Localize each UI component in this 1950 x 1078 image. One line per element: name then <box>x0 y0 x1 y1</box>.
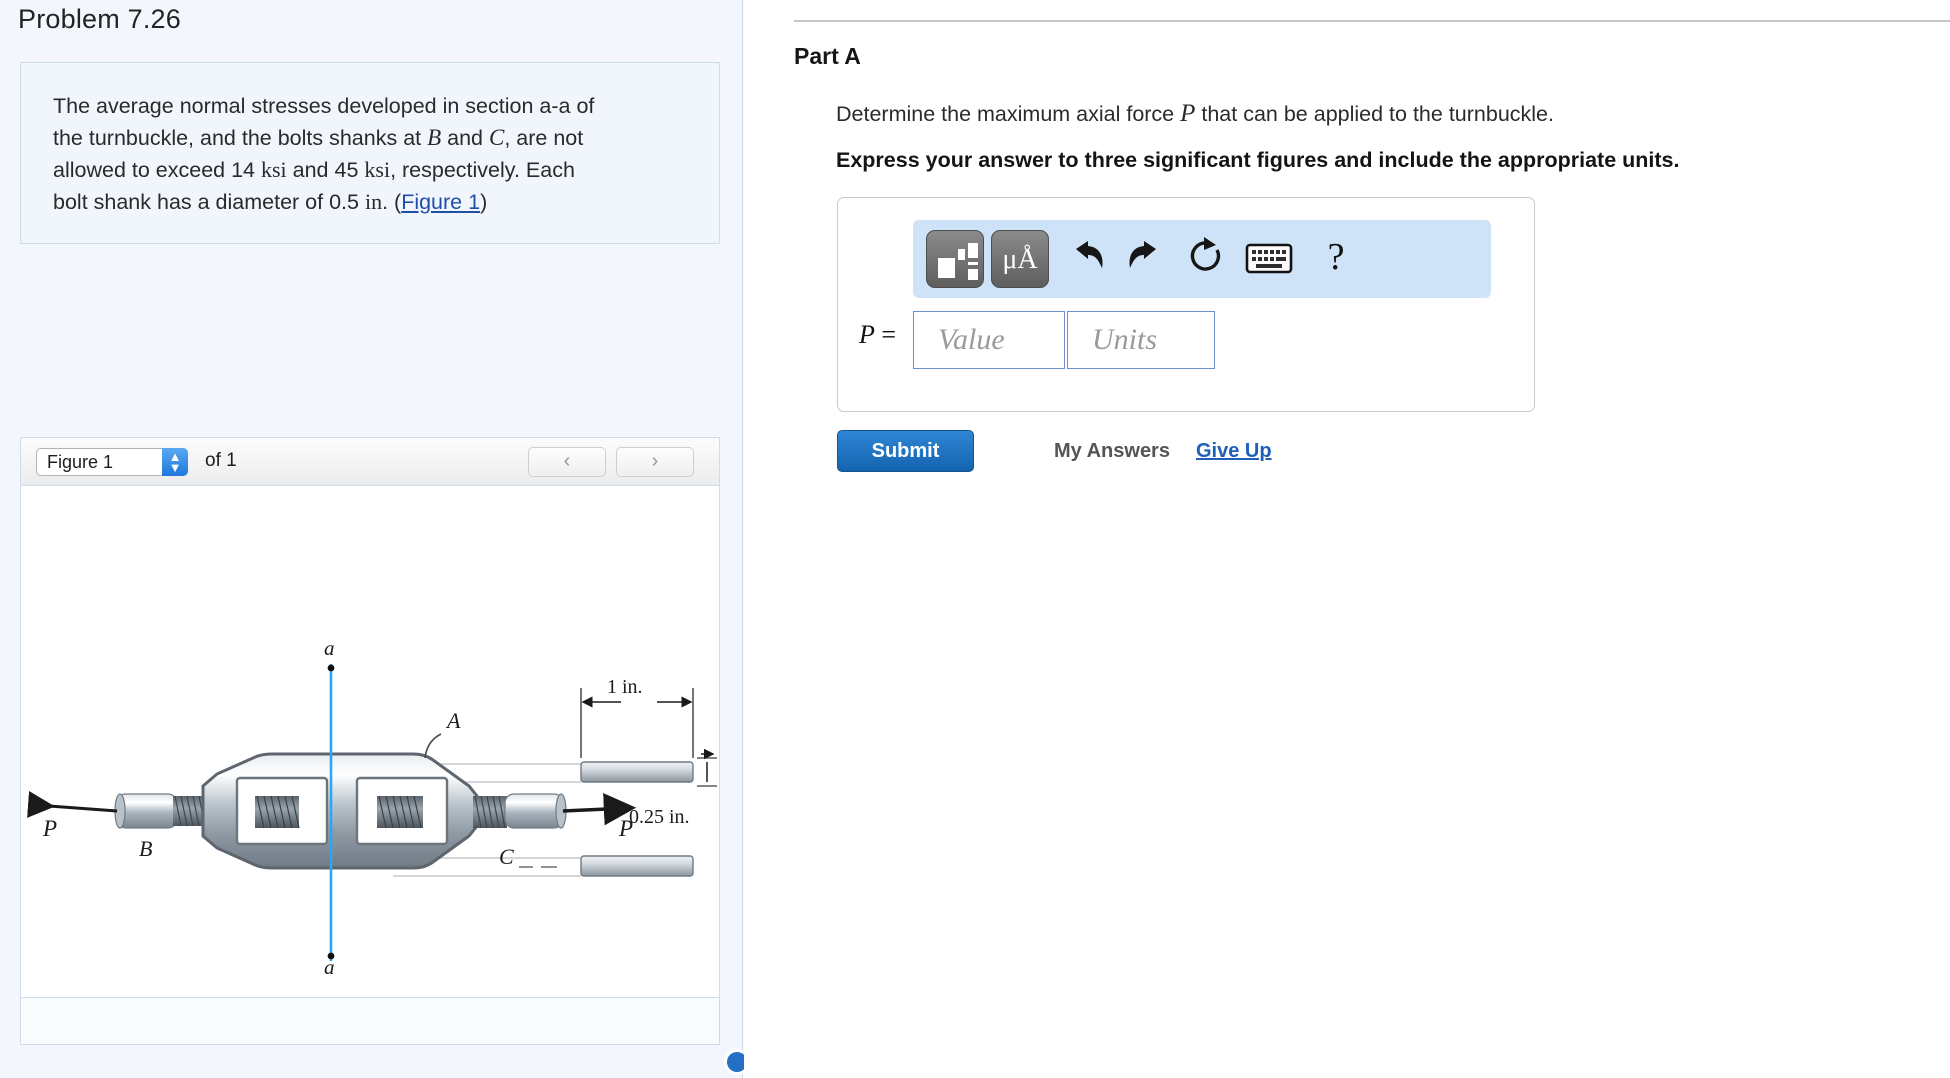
answer-variable-symbol: P <box>859 320 875 349</box>
statement-line-4c: ) <box>480 190 488 214</box>
statement-line-4a: bolt shank has a diameter of 0.5 <box>53 190 365 214</box>
answer-toolbar: μÅ ? <box>913 220 1491 298</box>
answer-panel: Part A Determine the maximum axial force… <box>744 0 1950 1078</box>
figure-select-value: Figure 1 <box>47 452 114 472</box>
chevron-left-icon[interactable]: ‹ <box>528 447 606 477</box>
question-prompt-pre: Determine the maximum axial force <box>836 102 1181 126</box>
problem-statement-box: The average normal stresses developed in… <box>20 62 720 244</box>
figure-section-label-top: a <box>324 636 335 660</box>
micro-angstrom-units-icon[interactable]: μÅ <box>991 230 1049 288</box>
figure-image: a a A B C P P 1 in. 0.25 in. <box>21 486 719 997</box>
keyboard-glyph <box>1245 243 1293 274</box>
problem-panel: Problem 7.26 The average normal stresses… <box>0 0 747 1078</box>
unit-ksi-2: ksi <box>364 157 391 182</box>
part-heading: Part A <box>794 43 861 69</box>
label-B-inline: B <box>427 125 442 150</box>
redo-arrow-glyph <box>1129 241 1156 268</box>
submit-button[interactable]: Submit <box>837 430 974 472</box>
answer-equals-sign: = <box>881 320 897 349</box>
give-up-link[interactable]: Give Up <box>1196 440 1272 463</box>
help-label: ? <box>1327 236 1345 278</box>
my-answers-link[interactable]: My Answers <box>1054 440 1170 463</box>
reset-arrow-glyph <box>1190 237 1221 271</box>
stepper-up-down-icon[interactable]: ▲ ▼ <box>162 448 188 476</box>
problem-statement-text: The average normal stresses developed in… <box>53 91 695 218</box>
question-prompt: Determine the maximum axial force P that… <box>836 100 1554 128</box>
units-icon-mu: μ <box>1002 244 1018 275</box>
figure-viewer-footer <box>21 997 719 1044</box>
answer-variable-label: P = <box>859 320 896 350</box>
page-root: Problem 7.26 The average normal stresses… <box>0 0 1950 1078</box>
keyboard-icon[interactable] <box>1241 232 1297 286</box>
question-prompt-post: that can be applied to the turnbuckle. <box>1195 102 1554 126</box>
reset-circular-arrow-icon[interactable] <box>1178 232 1234 286</box>
statement-line-4b: . ( <box>382 190 402 214</box>
units-icon-angstrom: Å <box>1017 244 1038 275</box>
unit-in: in <box>364 189 383 214</box>
statement-line-1: The average normal stresses developed in… <box>53 94 595 118</box>
statement-and: and <box>441 126 489 150</box>
figure-count-label: of 1 <box>205 450 237 471</box>
figure-select-dropdown[interactable]: Figure 1 ▲ ▼ <box>36 448 188 476</box>
figure-dimension-width: 1 in. <box>607 676 643 698</box>
section-divider <box>794 20 1950 22</box>
figure-viewer-toolbar: Figure 1 ▲ ▼ of 1 ‹ › <box>21 438 719 486</box>
figure-section-label-bottom: a <box>324 955 335 979</box>
statement-line-3b: and 45 <box>286 158 365 182</box>
statement-line-3c: , respectively. Each <box>390 158 575 182</box>
chevron-right-icon[interactable]: › <box>616 447 694 477</box>
answer-instruction: Express your answer to three significant… <box>836 148 1680 172</box>
statement-line-2a: the turnbuckle, and the bolts shanks at <box>53 126 428 150</box>
label-C-inline: C <box>489 125 505 150</box>
page-title: Problem 7.26 <box>18 4 181 34</box>
question-symbol-P: P <box>1180 100 1196 127</box>
answer-value-input[interactable]: Value <box>913 311 1065 369</box>
figure-label-A: A <box>447 708 461 733</box>
question-mark-icon[interactable]: ? <box>1308 232 1364 286</box>
answer-units-input[interactable]: Units <box>1067 311 1215 369</box>
unit-ksi-1: ksi <box>260 157 287 182</box>
math-template-glyph <box>938 243 978 280</box>
turnbuckle-diagram <box>27 664 717 961</box>
math-template-icon[interactable] <box>926 230 984 288</box>
statement-line-2b: , are not <box>504 126 584 150</box>
statement-line-3a: allowed to exceed 14 <box>53 158 261 182</box>
figure-label-P-left: P <box>43 816 58 841</box>
figure-viewer: Figure 1 ▲ ▼ of 1 ‹ › a a A B C P P 1 in… <box>20 437 720 1045</box>
figure-dimension-thickness: 0.25 in. <box>629 806 690 828</box>
redo-arrow-icon[interactable] <box>1118 232 1174 286</box>
figure-1-link[interactable]: Figure 1 <box>401 190 480 214</box>
undo-arrow-icon[interactable] <box>1058 232 1114 286</box>
figure-label-B: B <box>139 836 153 861</box>
figure-label-C: C <box>499 844 514 869</box>
answer-input-box: μÅ ? P = Value Units <box>837 197 1535 412</box>
undo-arrow-glyph <box>1076 241 1103 268</box>
